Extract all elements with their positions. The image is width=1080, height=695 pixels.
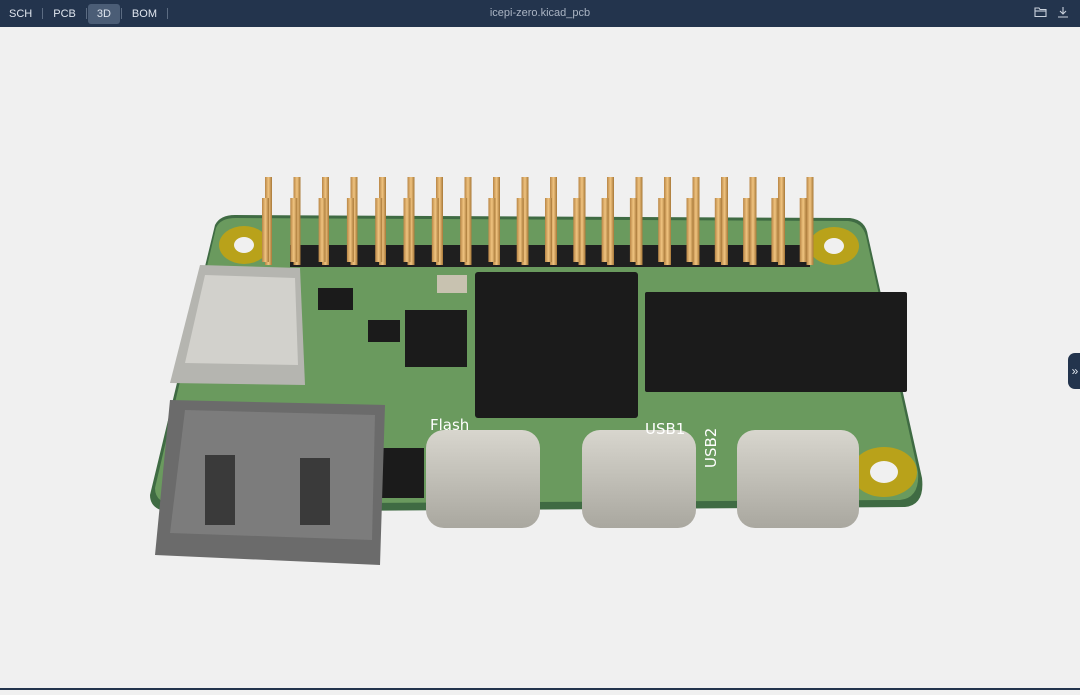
- header-pin: [404, 198, 411, 262]
- header-pin: [573, 198, 580, 262]
- header-pin: [488, 198, 495, 262]
- pcb-3d-render[interactable]: Flash USB1 USB2: [0, 27, 1080, 690]
- 3d-viewer[interactable]: Flash USB1 USB2 »: [0, 27, 1080, 690]
- header-pin: [778, 177, 785, 265]
- folder-open-icon[interactable]: [1034, 5, 1048, 22]
- usb-c-flash: [426, 430, 540, 528]
- flash-chip: [405, 310, 467, 367]
- header-pin: [743, 198, 750, 262]
- silkscreen-flash: Flash: [430, 416, 469, 434]
- crystal: [437, 275, 467, 293]
- header-pin: [460, 198, 467, 262]
- hdmi-connector: [155, 400, 385, 565]
- header-pin: [715, 198, 722, 262]
- header-pin: [800, 198, 807, 262]
- regulator-chip: [318, 288, 353, 310]
- header-pin: [262, 198, 269, 262]
- header-pin: [693, 177, 700, 265]
- file-title: icepi-zero.kicad_pcb: [0, 7, 1080, 19]
- chevron-double-right-icon: »: [1072, 364, 1079, 378]
- usb-c-usb2: [737, 430, 859, 528]
- header-pin: [347, 198, 354, 262]
- header-pin: [517, 198, 524, 262]
- header-pin: [290, 198, 297, 262]
- header-pin: [545, 198, 552, 262]
- expand-panel-button[interactable]: »: [1068, 353, 1080, 389]
- top-bar: SCH PCB 3D BOM icepi-zero.kicad_pcb: [0, 0, 1080, 27]
- fpga-chip: [475, 272, 638, 418]
- header-pin: [602, 198, 609, 262]
- ic-chip: [382, 448, 424, 498]
- silkscreen-usb1: USB1: [645, 420, 685, 438]
- header-pin: [687, 198, 694, 262]
- header-pin: [319, 198, 326, 262]
- usb-c-usb1: [582, 430, 696, 528]
- header-pin: [721, 177, 728, 265]
- header-pin: [375, 198, 382, 262]
- header-pin: [630, 198, 637, 262]
- silkscreen-usb2: USB2: [702, 428, 720, 468]
- sd-card-slot: [170, 265, 305, 385]
- header-pin: [432, 198, 439, 262]
- header-pin: [771, 198, 778, 262]
- ic-chip: [368, 320, 400, 342]
- download-icon[interactable]: [1056, 5, 1070, 22]
- header-pin: [658, 198, 665, 262]
- header-pin: [807, 177, 814, 265]
- header-pin: [750, 177, 757, 265]
- sdram-chip: [645, 292, 907, 392]
